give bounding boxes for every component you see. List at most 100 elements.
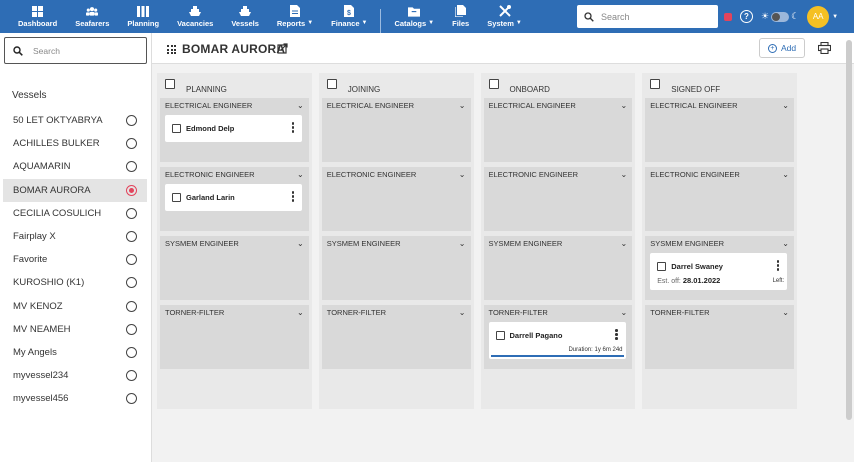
card-checkbox[interactable]: [657, 262, 667, 271]
vessel-radio[interactable]: [126, 115, 137, 127]
chevron-down-icon[interactable]: ⌄: [621, 170, 628, 179]
lane-header[interactable]: TORNER-FILTER ⌄: [645, 305, 794, 320]
nav-item-finance[interactable]: $ Finance ▼: [322, 0, 376, 33]
external-link-icon[interactable]: [277, 43, 288, 54]
vessel-radio[interactable]: [126, 207, 137, 219]
seafarer-card[interactable]: Garland Larin: [165, 184, 302, 211]
chevron-down-icon[interactable]: ⌄: [782, 308, 789, 317]
lane-header[interactable]: TORNER-FILTER ⌄: [322, 305, 471, 320]
vessel-radio[interactable]: [126, 161, 137, 173]
chevron-down-icon[interactable]: ⌄: [459, 170, 466, 179]
vessel-radio[interactable]: [126, 393, 137, 405]
chevron-down-icon[interactable]: ⌄: [297, 239, 304, 248]
vessel-radio[interactable]: [126, 323, 137, 335]
vessel-list-item[interactable]: BOMAR AURORA: [3, 178, 147, 202]
chevron-down-icon[interactable]: ⌄: [782, 170, 789, 179]
lane-header[interactable]: ELECTRICAL ENGINEER ⌄: [484, 98, 633, 113]
lane-header[interactable]: ELECTRICAL ENGINEER ⌄: [160, 98, 309, 113]
avatar[interactable]: AA: [807, 5, 830, 28]
vessel-search[interactable]: [4, 37, 147, 64]
vessel-list-item[interactable]: myvessel456: [3, 387, 147, 410]
chevron-down-icon[interactable]: ⌄: [782, 101, 789, 110]
vessel-radio[interactable]: [126, 254, 137, 266]
scrollbar[interactable]: [846, 40, 852, 420]
vessel-list-item[interactable]: MV NEAMEH: [3, 318, 147, 341]
lane-header[interactable]: ELECTRICAL ENGINEER ⌄: [322, 98, 471, 113]
record-indicator-icon[interactable]: [724, 12, 732, 21]
chevron-down-icon[interactable]: ⌄: [459, 308, 466, 317]
vessel-radio[interactable]: [126, 346, 137, 358]
lane-header[interactable]: SYSMEM ENGINEER ⌄: [322, 236, 471, 251]
nav-item-vessels[interactable]: Vessels: [222, 0, 268, 33]
chevron-down-icon[interactable]: ⌄: [782, 239, 789, 248]
lane-header[interactable]: ELECTRONIC ENGINEER ⌄: [322, 167, 471, 182]
vessel-list-item[interactable]: KUROSHIO (K1): [3, 271, 147, 294]
card-checkbox[interactable]: [172, 124, 181, 133]
vessel-radio[interactable]: [126, 370, 137, 382]
seafarer-card[interactable]: Darrell Pagano Duration: 1y 6m 24d: [488, 322, 626, 359]
nav-item-vacancies[interactable]: Vacancies: [168, 0, 222, 33]
lane-header[interactable]: SYSMEM ENGINEER ⌄: [160, 236, 309, 251]
chevron-down-icon[interactable]: ⌄: [297, 101, 304, 110]
column-select-checkbox[interactable]: [165, 79, 175, 89]
chevron-down-icon[interactable]: ⌄: [459, 239, 466, 248]
nav-item-catalogs[interactable]: Catalogs ▼: [385, 0, 443, 33]
vessel-list-item[interactable]: Favorite: [3, 248, 147, 271]
chevron-down-icon[interactable]: ▼: [832, 14, 838, 20]
vessel-search-input[interactable]: [33, 45, 128, 56]
theme-toggle[interactable]: ☀ ☾: [761, 11, 799, 22]
more-options-icon[interactable]: [291, 191, 294, 202]
add-button[interactable]: + Add: [759, 38, 805, 58]
toggle-switch[interactable]: [771, 11, 790, 22]
column-select-checkbox[interactable]: [488, 79, 499, 89]
more-options-icon[interactable]: [776, 260, 780, 271]
vessel-list-item[interactable]: MV KENOZ: [3, 295, 147, 318]
lane-header[interactable]: ELECTRICAL ENGINEER ⌄: [645, 98, 794, 113]
vessel-list-item[interactable]: CECILIA COSULICH: [3, 202, 147, 225]
lane-header[interactable]: SYSMEM ENGINEER ⌄: [645, 236, 794, 251]
help-icon[interactable]: ?: [740, 10, 753, 23]
chevron-down-icon[interactable]: ⌄: [297, 308, 304, 317]
chevron-down-icon[interactable]: ⌄: [459, 101, 466, 110]
chevron-down-icon[interactable]: ⌄: [297, 170, 304, 179]
lane-header[interactable]: ELECTRONIC ENGINEER ⌄: [645, 167, 794, 182]
chevron-down-icon[interactable]: ⌄: [621, 308, 628, 317]
nav-item-dashboard[interactable]: Dashboard: [9, 0, 66, 33]
vessel-radio[interactable]: [126, 184, 137, 196]
lane-header[interactable]: ELECTRONIC ENGINEER ⌄: [484, 167, 633, 182]
more-options-icon[interactable]: [291, 122, 294, 133]
column-select-checkbox[interactable]: [650, 79, 661, 89]
vessel-list-item[interactable]: AQUAMARIN: [3, 155, 147, 178]
chevron-down-icon[interactable]: ⌄: [621, 101, 628, 110]
lane-header[interactable]: SYSMEM ENGINEER ⌄: [484, 236, 633, 251]
seafarer-card[interactable]: Darrel Swaney Est. off: 28.01.2022 Left:: [650, 253, 788, 290]
nav-item-system[interactable]: System ▼: [478, 0, 531, 33]
vessel-list-item[interactable]: My Angels: [3, 341, 147, 364]
nav-item-reports[interactable]: Reports ▼: [268, 0, 322, 33]
vessel-list-item[interactable]: Fairplay X: [3, 225, 147, 248]
vessel-list-item[interactable]: 50 LET OKTYABRYA: [3, 109, 147, 132]
vessel-name: KUROSHIO (K1): [13, 277, 85, 289]
global-search-input[interactable]: [601, 11, 701, 22]
card-checkbox[interactable]: [495, 331, 505, 340]
chevron-down-icon[interactable]: ⌄: [621, 239, 628, 248]
lane-header[interactable]: ELECTRONIC ENGINEER ⌄: [160, 167, 309, 182]
vessel-list-item[interactable]: myvessel234: [3, 364, 147, 387]
lane-header[interactable]: TORNER-FILTER ⌄: [484, 305, 633, 320]
column-select-checkbox[interactable]: [326, 79, 337, 89]
nav-item-files[interactable]: Files: [443, 0, 478, 33]
vessel-list-item[interactable]: ACHILLES BULKER: [3, 132, 147, 155]
vessel-radio[interactable]: [126, 277, 137, 289]
more-options-icon[interactable]: [615, 329, 618, 340]
nav-item-label: Vacancies: [177, 18, 214, 28]
vessel-radio[interactable]: [126, 138, 137, 150]
nav-item-planning[interactable]: Planning: [118, 0, 168, 33]
nav-item-seafarers[interactable]: Seafarers: [66, 0, 118, 33]
seafarer-card[interactable]: Edmond Delp: [165, 115, 302, 142]
global-search[interactable]: [577, 5, 718, 28]
print-icon[interactable]: [818, 42, 831, 54]
lane-header[interactable]: TORNER-FILTER ⌄: [160, 305, 309, 320]
vessel-radio[interactable]: [126, 300, 137, 312]
vessel-radio[interactable]: [126, 231, 137, 243]
card-checkbox[interactable]: [172, 193, 181, 202]
